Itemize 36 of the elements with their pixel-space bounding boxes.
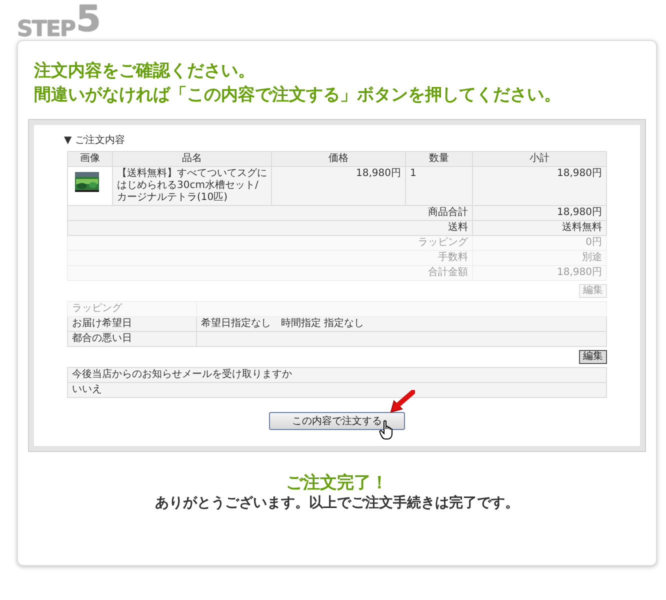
column-header: 品名 [112, 152, 272, 166]
table-cell: 商品合計 [68, 206, 472, 220]
instruction-text: 注文内容をご確認ください。 [34, 60, 256, 82]
table-cell: 1 [406, 166, 472, 206]
arrow-icon [389, 390, 415, 414]
table-cell: いいえ [68, 382, 606, 398]
table-cell: 【送料無料】すべてついてスグにはじめられる30cm水槽セット/カージナルテトラ(10匹) [112, 166, 272, 206]
table-cell: ラッピング [68, 236, 472, 250]
table-cell: 都合の悪い日 [68, 332, 196, 346]
completion-title: ご注文完了！ [285, 472, 389, 494]
table-cell: 手数料 [68, 250, 472, 266]
table-cell: 0円 [472, 236, 606, 250]
table-cell: 18,980円 [472, 206, 606, 220]
table-cell: ラッピング [68, 302, 196, 316]
table-cell: 18,980円 [272, 166, 406, 206]
table-cell: 今後当店からのお知らせメールを受け取りますか [68, 368, 606, 382]
hand-cursor-icon [379, 420, 395, 440]
column-header: 数量 [406, 152, 472, 166]
step-number: 5 [76, 2, 102, 38]
completion-message: ありがとうございます。以上でご注文手続きは完了です。 [154, 494, 520, 513]
column-header: 価格 [272, 152, 406, 166]
table-cell: 希望日指定なし 時間指定 指定なし [196, 316, 606, 332]
table-cell: お届け希望日 [68, 316, 196, 332]
edit-button[interactable]: 編集 [579, 350, 607, 364]
table-cell: 送料 [68, 220, 472, 236]
step-label: STEP [17, 18, 76, 42]
column-header: 小計 [472, 152, 606, 166]
column-header: 画像 [68, 152, 112, 166]
instruction-text: 間違いがなければ「この内容で注文する」ボタンを押してください。 [34, 84, 562, 106]
table-cell: 18,980円 [472, 166, 606, 206]
table-cell: 別途 [472, 250, 606, 266]
table-cell: 18,980円 [472, 266, 606, 280]
order-button[interactable]: この内容で注文する [269, 412, 405, 430]
table-cell: 送料無料 [472, 220, 606, 236]
section-title: ▼ ご注文内容 [64, 134, 126, 147]
table-cell: 合計金額 [68, 266, 472, 280]
